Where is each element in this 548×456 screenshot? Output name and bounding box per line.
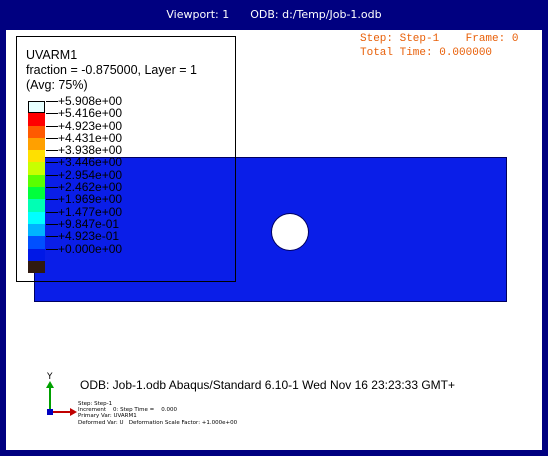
legend-swatch <box>28 236 45 249</box>
legend-tick <box>46 211 58 213</box>
x-arrowhead-icon <box>70 408 77 416</box>
step-info: Step: Step-1 Frame: 0 Total Time: 0.00000… <box>360 32 518 60</box>
legend-swatch <box>28 125 45 138</box>
legend-tick <box>46 199 58 201</box>
legend-tick <box>46 187 58 189</box>
odb-path-label: ODB: d:/Temp/Job-1.odb <box>250 8 382 21</box>
z-axis-marker <box>47 409 53 415</box>
plate-hole <box>272 214 308 250</box>
legend-value-label: +9.847e-01 <box>58 216 120 231</box>
legend-color-bar <box>28 101 45 274</box>
legend-swatch <box>28 248 45 261</box>
legend-value-label: +2.462e+00 <box>58 180 123 195</box>
viewport-label: Viewport: 1 <box>166 8 230 21</box>
axis-triad: Y <box>46 372 77 416</box>
legend-tick <box>46 137 58 139</box>
legend-value-label: +1.477e+00 <box>58 204 123 219</box>
legend-averaging: (Avg: 75%) <box>26 78 88 92</box>
step-frame-label: Step: Step-1 Frame: 0 <box>360 33 519 45</box>
legend-swatch <box>28 150 45 163</box>
legend-swatch <box>28 101 45 114</box>
legend-swatch <box>28 137 45 151</box>
legend-tick <box>46 150 58 152</box>
total-time-label: Total Time: 0.000000 <box>360 47 493 59</box>
legend-tick <box>46 162 58 164</box>
legend-value-label: +3.446e+00 <box>58 155 123 170</box>
legend-value-label: +4.923e-01 <box>58 229 120 244</box>
legend-value-label: +5.908e+00 <box>58 94 123 108</box>
viewport-title-bar: Viewport: 1 ODB: d:/Temp/Job-1.odb <box>0 0 548 30</box>
legend-tick <box>46 174 58 176</box>
legend-tick <box>46 248 58 250</box>
legend-value-label: +1.969e+00 <box>58 192 123 207</box>
viewport-canvas[interactable]: Step: Step-1 Frame: 0 Total Time: 0.00000… <box>6 30 542 450</box>
legend-tick <box>46 223 58 225</box>
legend-value-label: +0.000e+00 <box>58 241 123 256</box>
legend-swatch <box>28 199 45 212</box>
legend-value-label: +2.954e+00 <box>58 167 123 182</box>
legend-title-block: UVARM1 fraction = -0.875000, Layer = 1 (… <box>26 48 197 93</box>
legend-value-label: +3.938e+00 <box>58 143 123 158</box>
legend-variable-name: UVARM1 <box>26 48 78 62</box>
legend-swatch <box>28 174 45 188</box>
step-details-text: Step: Step-1 Increment 0: Step Time = 0.… <box>78 401 238 426</box>
legend-tick <box>46 113 58 115</box>
legend-value-label: +4.923e+00 <box>58 118 123 133</box>
legend-tick <box>46 236 58 238</box>
legend-swatch <box>28 187 45 200</box>
legend-swatch <box>28 211 45 224</box>
legend-value-label: +4.431e+00 <box>58 130 123 145</box>
legend-tick <box>46 125 58 127</box>
odb-info-line: ODB: Job-1.odb Abaqus/Standard 6.10-1 We… <box>80 378 456 392</box>
legend-fraction-layer: fraction = -0.875000, Layer = 1 <box>26 63 197 77</box>
legend-swatch <box>28 113 45 126</box>
legend-swatch <box>28 162 45 175</box>
legend-tick <box>46 101 58 102</box>
y-arrowhead-icon <box>46 381 54 388</box>
legend-swatch <box>28 223 45 237</box>
y-axis-label: Y <box>46 372 53 382</box>
legend-value-label: +5.416e+00 <box>58 106 123 121</box>
legend-swatch <box>28 260 45 274</box>
